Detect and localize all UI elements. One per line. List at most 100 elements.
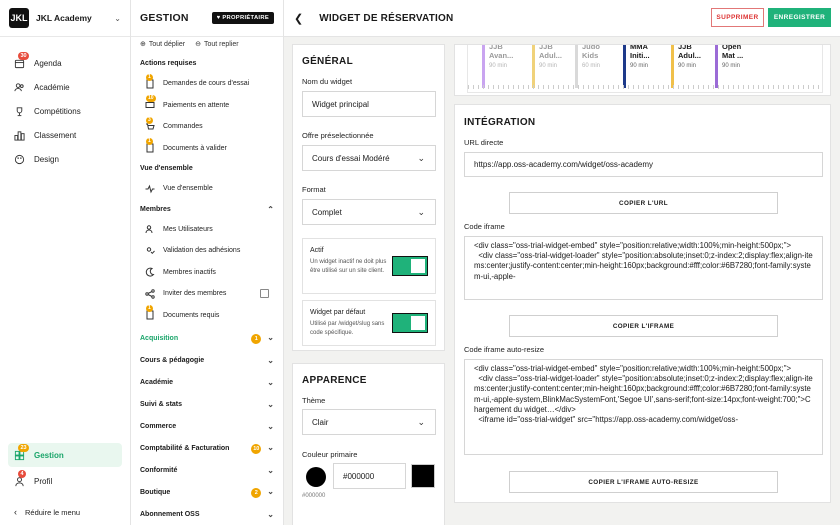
menu-item-trial-requests[interactable]: 1 Demandes de cours d'essai: [131, 73, 283, 95]
section-courses[interactable]: Cours & pédagogie ⌄: [131, 351, 283, 370]
chevron-group: 10 ⌄: [251, 443, 274, 454]
url-value: https://app.oss-academy.com/widget/oss-a…: [474, 160, 654, 169]
agenda-badge: 30: [18, 51, 30, 60]
section-label: Abonnement OSS: [140, 511, 200, 518]
copy-url-button[interactable]: COPIER L'URL: [509, 192, 778, 214]
color-picker-swatch[interactable]: [411, 464, 435, 488]
section-label: Boutique: [140, 489, 171, 496]
chevron-down-icon: ⌄: [417, 416, 425, 427]
payment-icon: 10: [145, 95, 156, 110]
primary-color-input[interactable]: #000000: [333, 463, 406, 489]
section-members-title: Membres: [140, 205, 171, 213]
delete-button[interactable]: SUPPRIMER: [711, 8, 764, 27]
ranking-icon: [14, 130, 25, 141]
class-duration: 90 min: [678, 63, 697, 69]
users-icon: [14, 82, 25, 93]
section-accounting[interactable]: Comptabilité & Facturation 10 ⌄: [131, 439, 283, 458]
main-sidebar: JKL JKL Academy ⌄ 30 Agenda Académie Com…: [0, 0, 131, 525]
menu-item-label: Vue d'ensemble: [163, 185, 213, 193]
section-overview-title: Vue d'ensemble: [140, 165, 193, 172]
format-select[interactable]: Complet ⌄: [302, 199, 436, 225]
academy-logo: JKL: [9, 8, 29, 28]
default-title: Widget par défaut: [310, 309, 366, 316]
main-panel: ❮ WIDGET DE RÉSERVATION SUPPRIMER ENREGI…: [284, 0, 840, 525]
active-description: Un widget inactif ne doit plus être util…: [310, 259, 387, 274]
chevron-down-icon: ⌄: [417, 206, 425, 217]
color-swatch-circle[interactable]: [306, 467, 326, 487]
section-academie[interactable]: Académie ⌄: [131, 373, 283, 392]
save-button[interactable]: ENREGISTRER: [768, 8, 831, 27]
nav-item-classement[interactable]: Classement: [0, 123, 130, 147]
section-subscription[interactable]: Abonnement OSS ⌄: [131, 505, 283, 524]
section-stats[interactable]: Suivi & stats ⌄: [131, 395, 283, 414]
chevron-down-icon: ⌄: [267, 443, 274, 452]
expand-all-button[interactable]: ⊕ Tout déplier: [140, 40, 185, 49]
offer-select[interactable]: Cours d'essai Modéré ⌄: [302, 145, 436, 171]
section-commerce[interactable]: Commerce ⌄: [131, 417, 283, 436]
academy-switcher[interactable]: JKL JKL Academy ⌄: [0, 0, 130, 37]
integration-title: INTÉGRATION: [464, 117, 536, 128]
nav-item-academie[interactable]: Académie: [0, 75, 130, 99]
menu-item-overview[interactable]: Vue d'ensemble: [131, 178, 283, 200]
chevron-down-icon: ⌄: [267, 487, 274, 496]
menu-item-required-documents[interactable]: 1 Documents requis: [131, 305, 283, 327]
menu-item-orders[interactable]: 3 Commandes: [131, 116, 283, 138]
chevron-down-icon: ⌄: [267, 356, 274, 365]
default-toggle-row: Widget par défaut Utilisé par /widget/sl…: [302, 300, 436, 346]
primary-color-value: #000000: [343, 471, 375, 481]
widget-name-label: Nom du widget: [302, 77, 353, 86]
section-compliance[interactable]: Conformité ⌄: [131, 461, 283, 480]
section-badge: 2: [251, 488, 262, 498]
nav-item-profil[interactable]: 4 Profil: [0, 469, 130, 493]
chevron-group: 2 ⌄: [251, 487, 274, 498]
iframe-code-textarea[interactable]: <div class="oss-trial-widget-embed" styl…: [464, 236, 823, 300]
collapse-menu-label: Réduire le menu: [25, 507, 81, 517]
nav-item-label: Gestion: [34, 450, 64, 460]
back-arrow-icon[interactable]: ❮: [294, 12, 303, 25]
menu-item-label: Demandes de cours d'essai: [163, 80, 250, 88]
class-duration: 90 min: [489, 63, 508, 69]
class-name: JJB Adul...: [678, 44, 701, 60]
copy-auto-resize-button[interactable]: COPIER L'IFRAME AUTO-RESIZE: [509, 471, 778, 493]
menu-item-inactive-members[interactable]: Membres inactifs: [131, 262, 283, 284]
nav-item-agenda[interactable]: 30 Agenda: [0, 51, 130, 75]
academy-name: JKL Academy: [36, 13, 92, 23]
default-switch[interactable]: [392, 313, 428, 333]
document-icon: 1: [145, 73, 155, 89]
preview-timeline-ticks: [468, 85, 822, 89]
section-acquisition[interactable]: Acquisition 1 ⌄: [131, 329, 283, 348]
nav-item-design[interactable]: Design: [0, 147, 130, 171]
url-input[interactable]: https://app.oss-academy.com/widget/oss-a…: [464, 152, 823, 177]
theme-select[interactable]: Clair ⌄: [302, 409, 436, 435]
primary-color-label: Couleur primaire: [302, 450, 358, 459]
active-switch[interactable]: [392, 256, 428, 276]
general-card: GÉNÉRAL Nom du widget Widget principal O…: [292, 44, 445, 351]
gestion-panel: GESTION ♥ PROPRIÉTAIRE ⊕ Tout déplier ⊖ To…: [131, 0, 284, 525]
chevron-up-icon: ⌃: [267, 204, 274, 214]
collapse-all-button[interactable]: ⊖ Tout replier: [195, 40, 239, 49]
calendar-icon: 30: [14, 51, 30, 69]
iframe-label: Code iframe: [464, 222, 505, 231]
user-check-icon: [145, 246, 155, 256]
nav-item-gestion[interactable]: 23 Gestion: [8, 443, 122, 467]
copy-icon[interactable]: [260, 289, 269, 299]
auto-resize-code-textarea[interactable]: <div class="oss-trial-widget-embed" styl…: [464, 359, 823, 455]
menu-item-documents-to-validate[interactable]: 1 Documents à valider: [131, 138, 283, 160]
chevron-down-icon: ⌄: [114, 13, 121, 23]
copy-iframe-button[interactable]: COPIER L'IFRAME: [509, 315, 778, 337]
collapse-menu-button[interactable]: ‹ Réduire le menu: [0, 499, 130, 525]
menu-item-membership-validation[interactable]: Validation des adhésions: [131, 240, 283, 262]
widget-name-input[interactable]: Widget principal: [302, 91, 436, 117]
nav-item-competitions[interactable]: Compétitions: [0, 99, 130, 123]
menu-item-my-users[interactable]: Mes Utilisateurs: [131, 219, 283, 241]
menu-item-invite-members[interactable]: Inviter des membres: [131, 283, 283, 305]
menu-item-pending-payments[interactable]: 10 Paiements en attente: [131, 95, 283, 117]
section-members-toggle[interactable]: Membres ⌃: [131, 200, 283, 219]
chevron-down-icon: ⌄: [267, 378, 274, 387]
section-shop[interactable]: Boutique 2 ⌄: [131, 483, 283, 502]
chevron-down-icon: ⌄: [267, 422, 274, 431]
section-badge: 1: [251, 334, 262, 344]
gestion-header: GESTION ♥ PROPRIÉTAIRE: [131, 0, 283, 37]
main-nav: 30 Agenda Académie Compétitions Classeme…: [0, 37, 130, 171]
section-label: Académie: [140, 379, 174, 386]
